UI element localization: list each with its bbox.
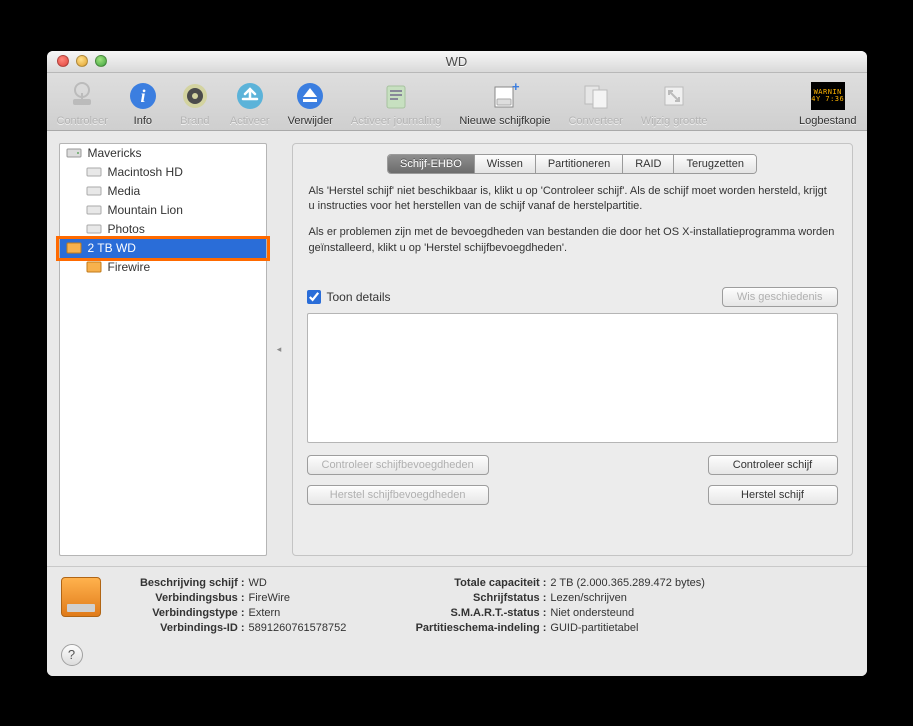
toolbar-eject[interactable]: Verwijder — [288, 79, 333, 127]
verify-icon — [65, 79, 99, 113]
sidebar-item-media[interactable]: Media — [60, 182, 266, 201]
volume-icon — [86, 164, 102, 180]
repair-disk-button[interactable]: Herstel schijf — [708, 485, 838, 505]
log-textarea[interactable] — [307, 313, 838, 443]
tab-partition[interactable]: Partitioneren — [536, 155, 623, 173]
sidebar-item-macintosh-hd[interactable]: Macintosh HD — [60, 163, 266, 182]
info-icon: i — [126, 79, 160, 113]
help-button[interactable]: ? — [61, 644, 83, 666]
convert-icon — [579, 79, 613, 113]
toolbar-info[interactable]: i Info — [126, 79, 160, 127]
disk-sidebar[interactable]: Mavericks Macintosh HD Media Mountain Li… — [59, 143, 267, 556]
resize-icon — [657, 79, 691, 113]
svg-text:i: i — [140, 86, 145, 106]
clear-history-button[interactable]: Wis geschiedenis — [722, 287, 838, 307]
tab-first-aid[interactable]: Schijf-EHBO — [388, 155, 475, 173]
burn-icon — [178, 79, 212, 113]
volume-icon — [86, 183, 102, 199]
toolbar-convert[interactable]: Converteer — [568, 79, 622, 127]
log-icon: WARNIN4Y 7:36 — [811, 79, 845, 113]
repair-permissions-button[interactable]: Herstel schijfbevoegdheden — [307, 485, 489, 505]
tab-erase[interactable]: Wissen — [475, 155, 536, 173]
volume-icon — [86, 202, 102, 218]
sidebar-splitter[interactable] — [277, 143, 282, 556]
svg-text:+: + — [512, 81, 520, 94]
sidebar-item-mountain-lion[interactable]: Mountain Lion — [60, 201, 266, 220]
disk-info-footer: Beschrijving schijf :WD Verbindingsbus :… — [47, 566, 867, 644]
meta-right-column: Totale capaciteit :2 TB (2.000.365.289.4… — [386, 577, 705, 634]
toolbar-verify[interactable]: Controleer — [57, 79, 108, 127]
show-details-checkbox[interactable]: Toon details — [307, 290, 391, 304]
verify-permissions-button[interactable]: Controleer schijfbevoegdheden — [307, 455, 489, 475]
mount-icon — [233, 79, 267, 113]
tab-restore[interactable]: Terugzetten — [674, 155, 755, 173]
toolbar-resize[interactable]: Wijzig grootte — [641, 79, 708, 127]
toolbar-new-image[interactable]: + Nieuwe schijfkopie — [459, 79, 550, 127]
volume-icon — [86, 221, 102, 237]
main-panel: Schijf-EHBO Wissen Partitioneren RAID Te… — [292, 143, 853, 556]
content-area: Mavericks Macintosh HD Media Mountain Li… — [47, 131, 867, 566]
titlebar[interactable]: WD — [47, 51, 867, 73]
external-disk-large-icon — [61, 577, 101, 617]
show-details-input[interactable] — [307, 290, 321, 304]
external-disk-icon — [66, 240, 82, 256]
help-text: Als 'Herstel schijf' niet beschikbaar is… — [307, 184, 838, 268]
toolbar-burn[interactable]: Brand — [178, 79, 212, 127]
sidebar-item-mavericks[interactable]: Mavericks — [60, 144, 266, 163]
sidebar-item-photos[interactable]: Photos — [60, 220, 266, 239]
eject-icon — [293, 79, 327, 113]
internal-disk-icon — [66, 145, 82, 161]
external-volume-icon — [86, 259, 102, 275]
toolbar-mount[interactable]: Activeer — [230, 79, 270, 127]
verify-disk-button[interactable]: Controleer schijf — [708, 455, 838, 475]
meta-left-column: Beschrijving schijf :WD Verbindingsbus :… — [117, 577, 347, 634]
sidebar-item-firewire[interactable]: Firewire — [60, 258, 266, 277]
window-title: WD — [47, 54, 867, 69]
panel-tabs: Schijf-EHBO Wissen Partitioneren RAID Te… — [307, 154, 838, 174]
toolbar-journal[interactable]: Activeer journaling — [351, 79, 442, 127]
journal-icon — [379, 79, 413, 113]
new-image-icon: + — [488, 79, 522, 113]
disk-utility-window: WD Controleer i Info Brand Activeer — [47, 51, 867, 676]
toolbar: Controleer i Info Brand Activeer Verwijd… — [47, 73, 867, 131]
toolbar-log[interactable]: WARNIN4Y 7:36 Logbestand — [799, 79, 857, 127]
sidebar-item-2tb-wd[interactable]: 2 TB WD — [60, 239, 266, 258]
tab-raid[interactable]: RAID — [623, 155, 674, 173]
